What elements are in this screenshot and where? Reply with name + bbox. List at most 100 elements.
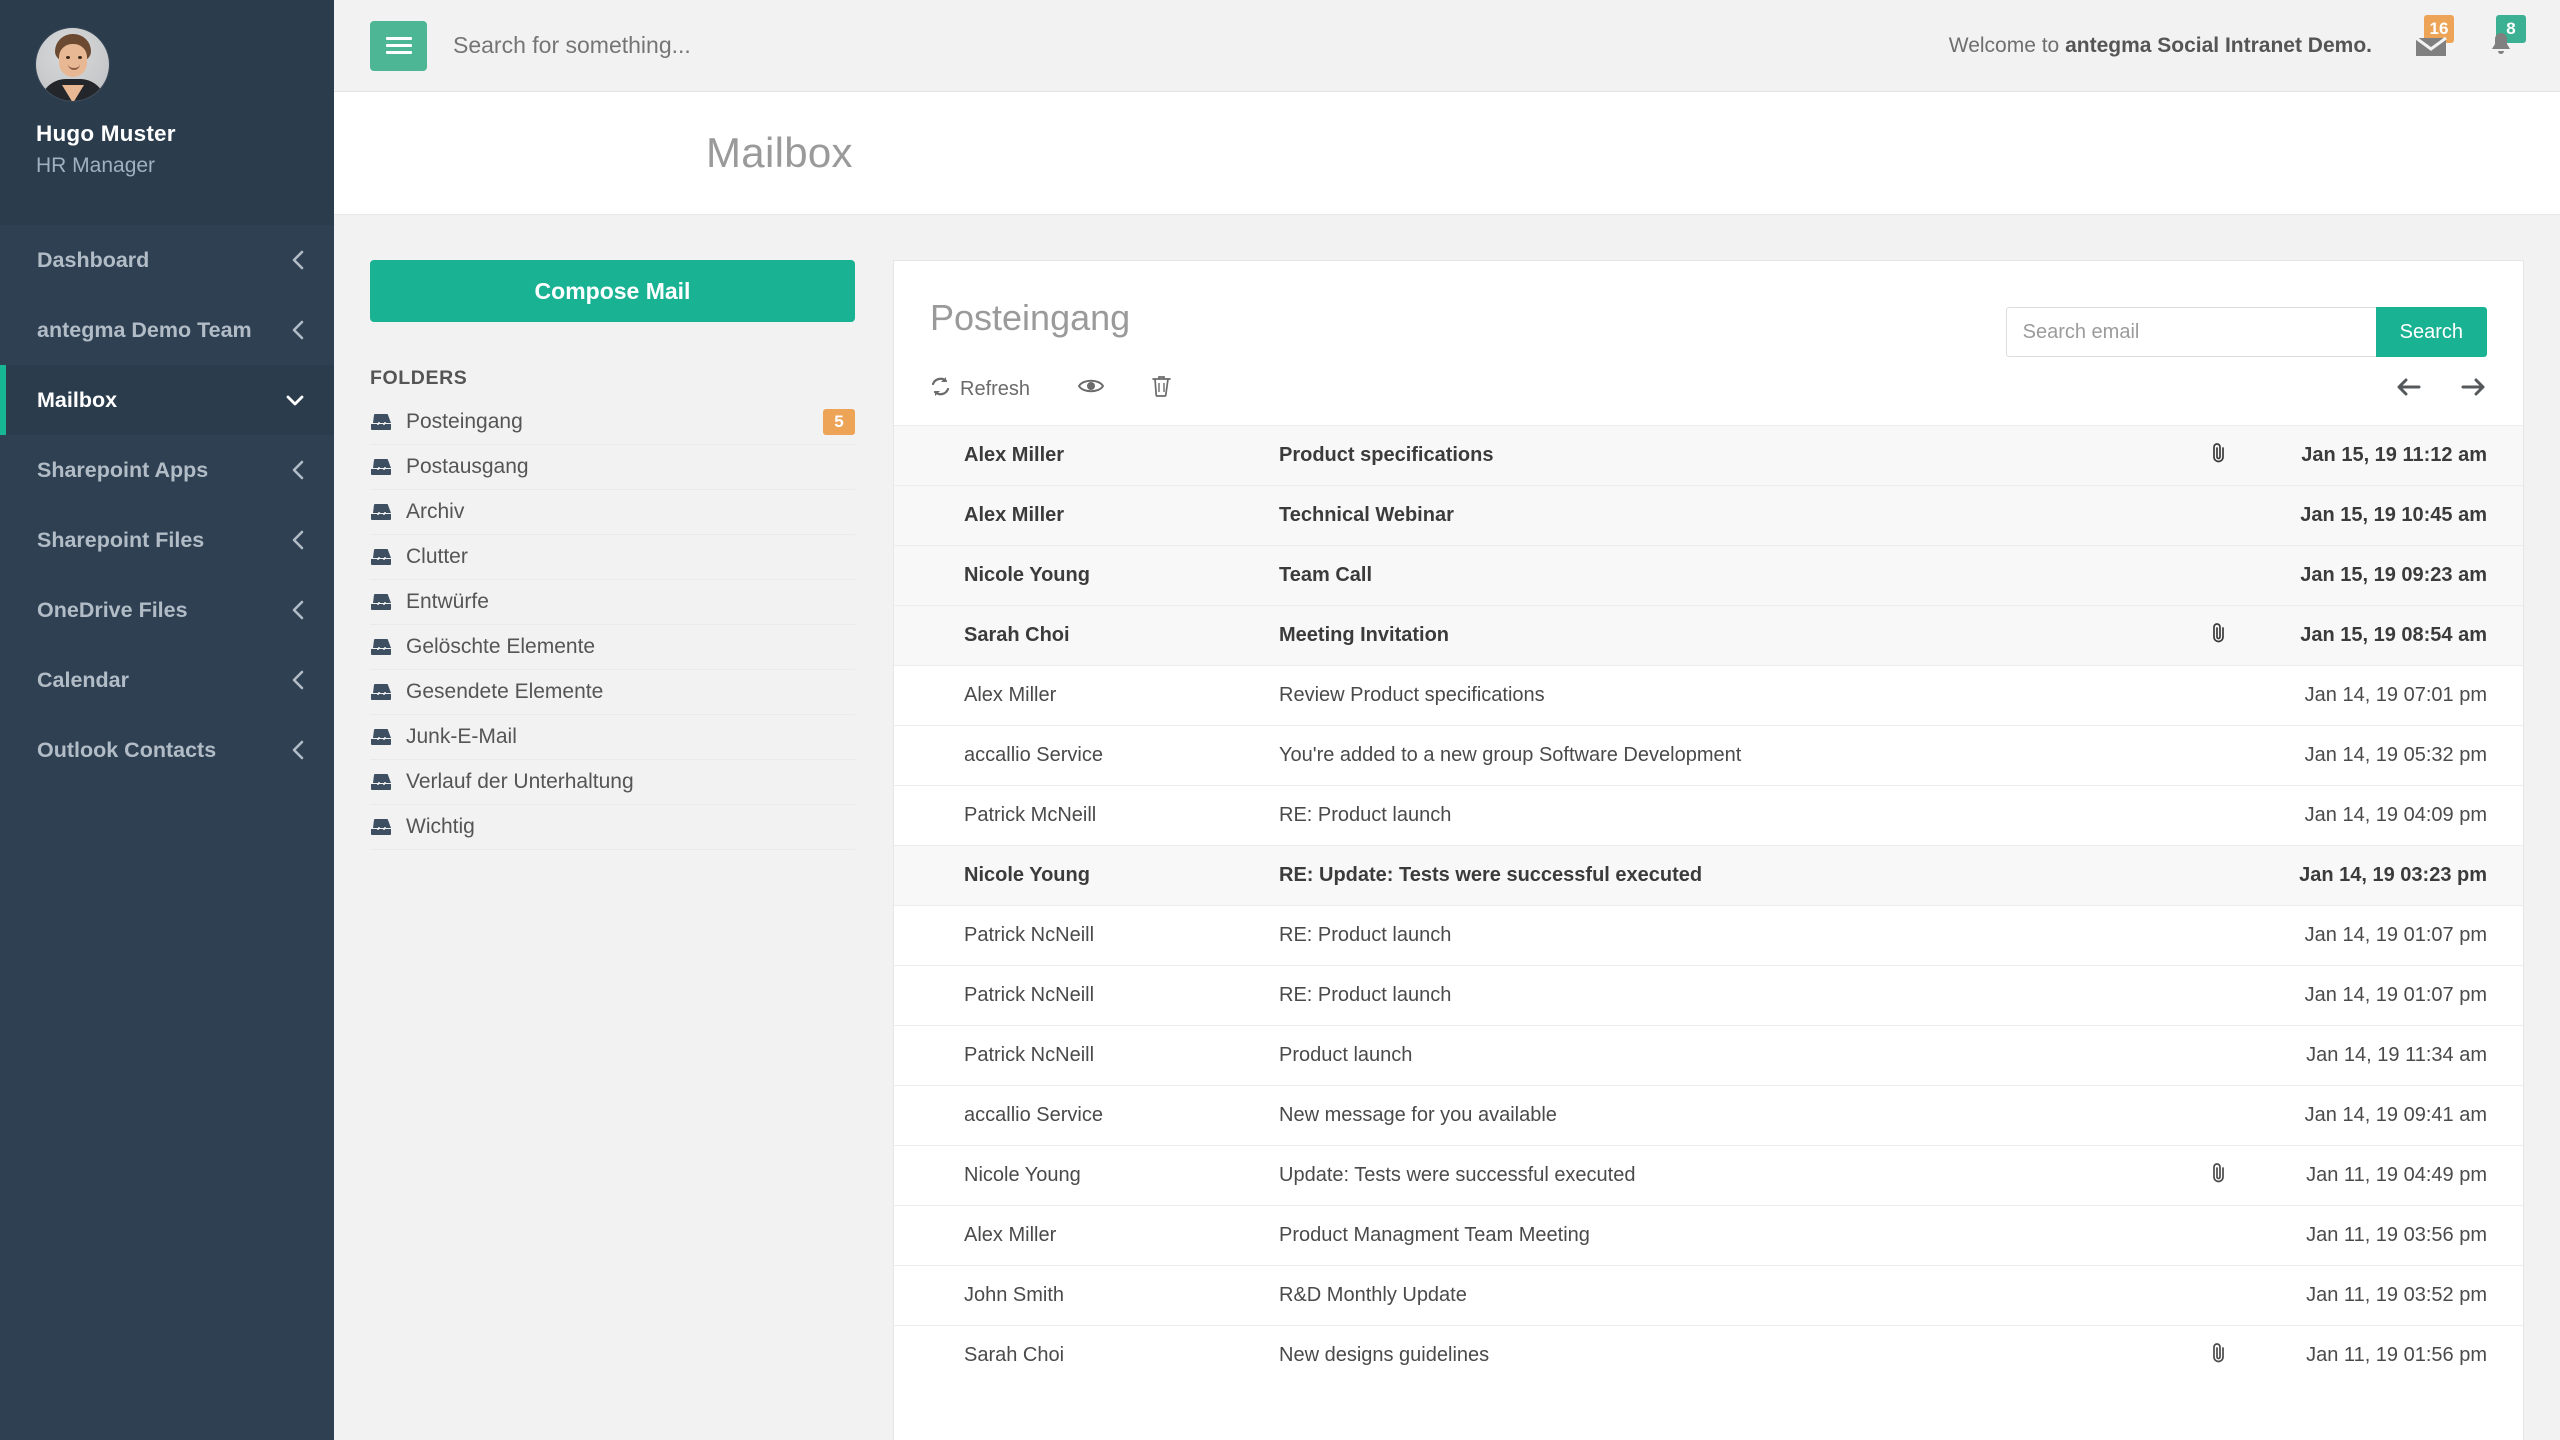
paperclip-icon [2210, 1342, 2227, 1369]
email-date: Jan 14, 19 01:07 pm [2263, 965, 2523, 1026]
notifications-button[interactable]: 8 [2486, 14, 2526, 65]
folders-heading: FOLDERS [370, 367, 468, 389]
table-row[interactable]: John Smith R&D Monthly Update Jan 11, 19… [894, 1265, 2523, 1326]
arrow-right-icon[interactable] [2461, 376, 2487, 403]
folder-item-clutter[interactable]: Clutter [370, 535, 855, 580]
email-date: Jan 14, 19 01:07 pm [2263, 905, 2523, 966]
attachment-cell [2173, 545, 2263, 606]
sidebar: Hugo Muster HR Manager Dashboard antegma… [0, 0, 334, 1440]
messages-button[interactable]: 16 [2414, 14, 2454, 65]
table-row[interactable]: Nicole Young Update: Tests were successf… [894, 1145, 2523, 1206]
sidebar-item-antegma-demo-team[interactable]: antegma Demo Team [0, 295, 334, 365]
table-row[interactable]: Alex Miller Product specifications Jan 1… [894, 425, 2523, 486]
sidebar-item-label: OneDrive Files [37, 597, 188, 622]
table-row[interactable]: Patrick NcNeill RE: Product launch Jan 1… [894, 905, 2523, 966]
compose-mail-button[interactable]: Compose Mail [370, 260, 855, 322]
inbox-icon [370, 458, 406, 476]
table-row[interactable]: accallio Service New message for you ava… [894, 1085, 2523, 1146]
sidebar-item-label: Sharepoint Apps [37, 457, 209, 482]
sidebar-item-dashboard[interactable]: Dashboard [0, 225, 334, 295]
welcome-message: Welcome to antegma Social Intranet Demo. [1949, 34, 2372, 58]
paperclip-icon [2210, 622, 2227, 649]
refresh-icon [930, 376, 951, 403]
attachment-cell [2173, 725, 2263, 786]
user-profile[interactable]: Hugo Muster HR Manager [0, 0, 334, 225]
folder-label: Entwürfe [406, 590, 489, 613]
folder-label: Posteingang [406, 410, 523, 433]
folder-item-geloeschte-elemente[interactable]: Gelöschte Elemente [370, 625, 855, 670]
inbox-icon [370, 638, 406, 656]
mail-panel: Posteingang Search Refresh [893, 260, 2524, 1440]
global-search-input[interactable] [453, 32, 1949, 59]
table-row[interactable]: Sarah Choi New designs guidelines Jan 11… [894, 1325, 2523, 1386]
attachment-cell [2173, 1205, 2263, 1266]
folder-item-posteingang[interactable]: Posteingang 5 [370, 400, 855, 445]
sidebar-item-sharepoint-files[interactable]: Sharepoint Files [0, 505, 334, 575]
sidebar-item-label: Outlook Contacts [37, 737, 217, 762]
folder-item-postausgang[interactable]: Postausgang [370, 445, 855, 490]
table-row[interactable]: Nicole Young RE: Update: Tests were succ… [894, 845, 2523, 906]
top-icon-group: 16 8 [2414, 14, 2526, 65]
folder-item-junk-e-mail[interactable]: Junk-E-Mail [370, 715, 855, 760]
table-row[interactable]: Alex Miller Technical Webinar Jan 15, 19… [894, 485, 2523, 546]
mark-read-button[interactable] [1077, 377, 1105, 401]
chevron-left-icon [290, 528, 306, 552]
email-date: Jan 11, 19 03:52 pm [2263, 1265, 2523, 1326]
folder-item-wichtig[interactable]: Wichtig [370, 805, 855, 850]
email-sender: Nicole Young [894, 1145, 1279, 1206]
inbox-icon [370, 773, 406, 791]
inbox-icon [370, 548, 406, 566]
chevron-left-icon [290, 458, 306, 482]
table-row[interactable]: Sarah Choi Meeting Invitation Jan 15, 19… [894, 605, 2523, 666]
sidebar-item-mailbox[interactable]: Mailbox [0, 365, 334, 435]
delete-button[interactable] [1152, 375, 1171, 403]
email-sender: Alex Miller [894, 1205, 1279, 1266]
table-row[interactable]: Patrick McNeill RE: Product launch Jan 1… [894, 785, 2523, 846]
table-row[interactable]: accallio Service You're added to a new g… [894, 725, 2523, 786]
folder-label: Junk-E-Mail [406, 725, 517, 748]
sidebar-item-calendar[interactable]: Calendar [0, 645, 334, 715]
table-row[interactable]: Patrick NcNeill Product launch Jan 14, 1… [894, 1025, 2523, 1086]
hamburger-menu-icon[interactable] [370, 20, 427, 71]
inbox-icon [370, 413, 406, 431]
folder-item-verlauf-der-unterhaltung[interactable]: Verlauf der Unterhaltung [370, 760, 855, 805]
email-subject: Product launch [1279, 1025, 2173, 1086]
email-date: Jan 15, 19 11:12 am [2263, 425, 2523, 486]
email-subject: RE: Product launch [1279, 785, 2173, 846]
table-row[interactable]: Alex Miller Product Managment Team Meeti… [894, 1205, 2523, 1266]
email-subject: Meeting Invitation [1279, 605, 2173, 666]
email-date: Jan 15, 19 09:23 am [2263, 545, 2523, 606]
folder-item-entwuerfe[interactable]: Entwürfe [370, 580, 855, 625]
email-subject: Product specifications [1279, 425, 2173, 486]
attachment-cell [2173, 1145, 2263, 1206]
attachment-cell [2173, 845, 2263, 906]
search-email-input[interactable] [2005, 307, 2376, 357]
email-sender: accallio Service [894, 725, 1279, 786]
inbox-icon [370, 503, 406, 521]
sidebar-item-label: Mailbox [37, 387, 118, 412]
attachment-cell [2173, 965, 2263, 1026]
email-subject: Update: Tests were successful executed [1279, 1145, 2173, 1206]
sidebar-item-outlook-contacts[interactable]: Outlook Contacts [0, 715, 334, 785]
folder-item-gesendete-elemente[interactable]: Gesendete Elemente [370, 670, 855, 715]
sidebar-item-sharepoint-apps[interactable]: Sharepoint Apps [0, 435, 334, 505]
search-email-button[interactable]: Search [2375, 307, 2487, 357]
refresh-button[interactable]: Refresh [930, 376, 1030, 403]
avatar [36, 28, 109, 101]
email-sender: Alex Miller [894, 425, 1279, 486]
sidebar-item-onedrive-files[interactable]: OneDrive Files [0, 575, 334, 645]
folder-label: Gesendete Elemente [406, 680, 604, 703]
folder-item-archiv[interactable]: Archiv [370, 490, 855, 535]
email-subject: You're added to a new group Software Dev… [1279, 725, 2173, 786]
table-row[interactable]: Alex Miller Review Product specification… [894, 665, 2523, 726]
inbox-icon [370, 683, 406, 701]
attachment-cell [2173, 905, 2263, 966]
eye-icon [1077, 377, 1105, 401]
folder-label: Postausgang [406, 455, 529, 478]
welcome-prefix: Welcome to [1948, 33, 2066, 57]
arrow-left-icon[interactable] [2395, 376, 2421, 403]
trash-icon [1152, 375, 1171, 403]
sidebar-item-label: Calendar [37, 667, 130, 692]
table-row[interactable]: Patrick NcNeill RE: Product launch Jan 1… [894, 965, 2523, 1026]
table-row[interactable]: Nicole Young Team Call Jan 15, 19 09:23 … [894, 545, 2523, 606]
